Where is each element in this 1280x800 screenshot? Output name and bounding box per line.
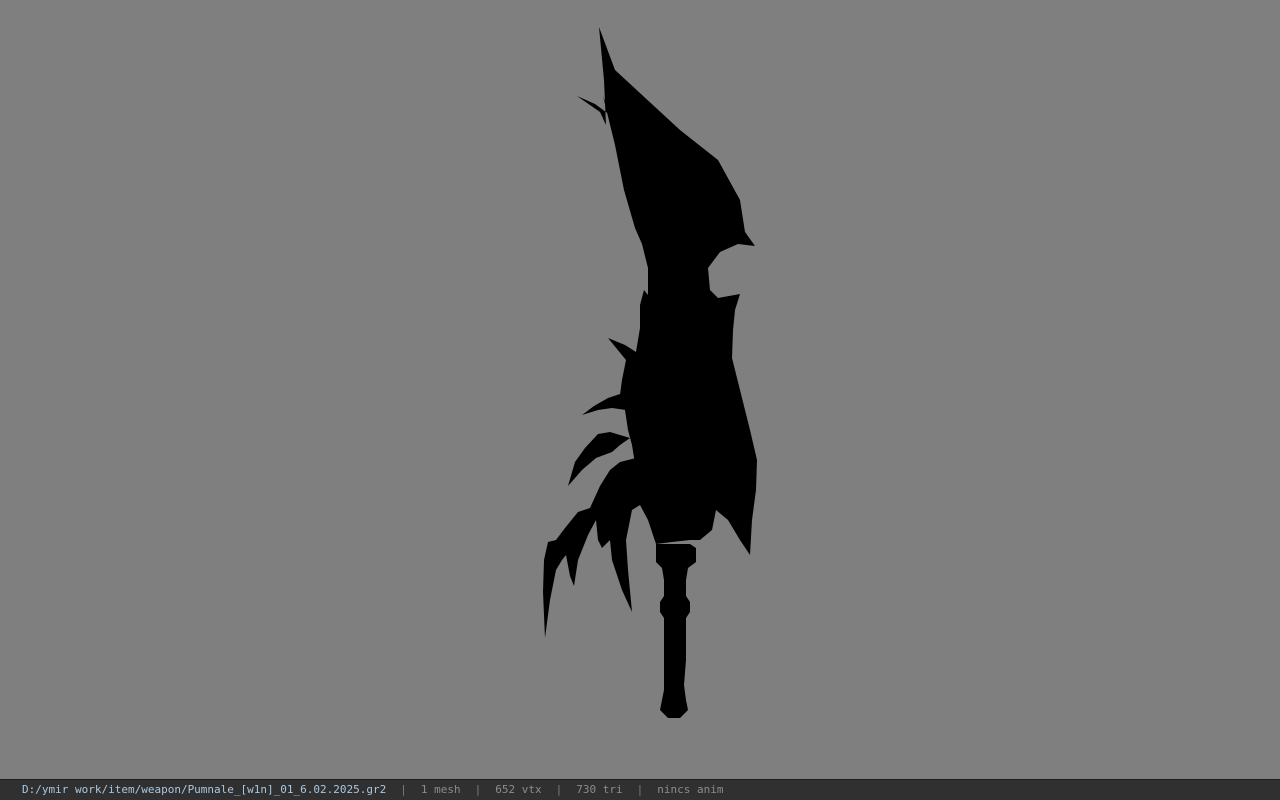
weapon-model — [543, 27, 757, 718]
triangle-count: 730 tri — [576, 783, 623, 796]
file-path: D:/ymir work/item/weapon/Pumnale_[w1n]_0… — [22, 783, 387, 796]
mesh-count: 1 mesh — [420, 783, 461, 796]
separator: | — [400, 783, 407, 796]
3d-viewport[interactable] — [0, 0, 1280, 779]
left-spike-upper — [582, 392, 626, 415]
separator: | — [555, 783, 563, 796]
separator: | — [474, 783, 482, 796]
separator: | — [636, 783, 644, 796]
left-spike-lower — [543, 458, 640, 638]
blade-tip — [577, 27, 757, 555]
status-bar: D:/ymir work/item/weapon/Pumnale_[w1n]_0… — [0, 779, 1280, 800]
weapon-silhouette — [543, 27, 757, 718]
vertex-count: 652 vtx — [495, 783, 542, 796]
weapon-handle — [656, 544, 696, 718]
animation-status: nincs anim — [657, 783, 724, 796]
